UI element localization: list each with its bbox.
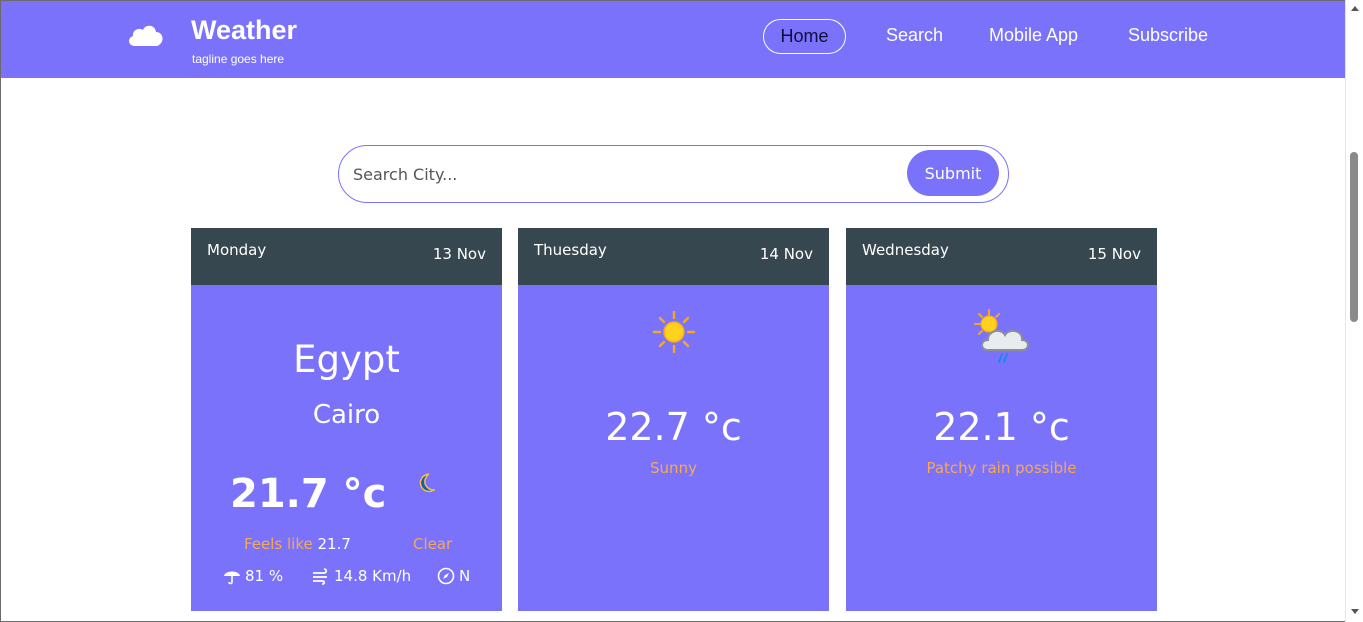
- nav-mobile-app-link[interactable]: Mobile App: [989, 25, 1078, 46]
- feels-like-label: Feels like: [244, 535, 313, 553]
- card-day: Monday: [207, 241, 267, 259]
- wind-value: 14.8 Km/h: [334, 567, 412, 585]
- country-name: Egypt: [293, 338, 400, 381]
- condition-text: Sunny: [650, 459, 697, 477]
- weather-card-today: Monday 13 Nov Egypt Cairo 21.7 °c Feels …: [191, 228, 502, 611]
- feels-like-value: 21.7: [317, 535, 351, 553]
- brand-title[interactable]: Weather: [191, 15, 297, 46]
- condition-text: Patchy rain possible: [926, 459, 1077, 477]
- submit-button[interactable]: Submit: [907, 150, 999, 196]
- scrollbar-thumb[interactable]: [1350, 152, 1358, 322]
- sun-icon: [652, 310, 695, 354]
- weather-card-forecast-2: Wednesday 15 Nov 22.1 °c Patchy rain pos…: [846, 228, 1157, 611]
- umbrella-icon: [224, 571, 240, 585]
- card-header: Monday 13 Nov: [191, 228, 502, 285]
- weather-card-forecast-1: Thuesday 14 Nov 22.7 °c Sunny: [518, 228, 829, 611]
- wind-direction-value: N: [459, 567, 471, 585]
- condition-text: Clear: [413, 535, 453, 553]
- wind-icon: [313, 568, 328, 585]
- card-date: 13 Nov: [432, 245, 486, 263]
- compass-icon: [437, 567, 455, 585]
- brand-tagline: tagline goes here: [192, 52, 285, 66]
- navbar: Weather tagline goes here Home Search Mo…: [1, 1, 1345, 78]
- moon-icon: [419, 473, 435, 493]
- nav-home-link[interactable]: Home: [763, 19, 846, 54]
- card-date: 15 Nov: [1087, 245, 1141, 263]
- feels-like: Feels like 21.7: [244, 535, 351, 553]
- nav-subscribe-link[interactable]: Subscribe: [1128, 25, 1208, 46]
- browser-viewport: Weather tagline goes here Home Search Mo…: [0, 0, 1345, 622]
- nav-search-link[interactable]: Search: [886, 25, 943, 46]
- wind-direction-stat: N: [437, 567, 470, 585]
- wind-stat: 14.8 Km/h: [312, 567, 411, 585]
- search-form: Submit: [338, 145, 1009, 203]
- cloud-icon: [129, 25, 163, 46]
- card-day: Thuesday: [534, 241, 607, 259]
- card-header: Thuesday 14 Nov: [518, 228, 829, 285]
- patchy-rain-icon: [973, 309, 1029, 363]
- humidity-value: 81 %: [245, 567, 284, 585]
- card-header: Wednesday 15 Nov: [846, 228, 1157, 285]
- vertical-scrollbar[interactable]: [1345, 0, 1363, 622]
- forecast-temperature: 22.7 °c: [605, 405, 742, 449]
- card-date: 14 Nov: [759, 245, 813, 263]
- humidity-stat: 81 %: [223, 567, 283, 585]
- search-input[interactable]: [353, 158, 893, 190]
- forecast-temperature: 22.1 °c: [933, 405, 1070, 449]
- scroll-down-arrow-icon[interactable]: [1351, 609, 1359, 614]
- scroll-up-arrow-icon[interactable]: [1351, 6, 1359, 11]
- current-temperature: 21.7 °c: [230, 471, 387, 517]
- city-name: Cairo: [312, 400, 381, 430]
- card-day: Wednesday: [862, 241, 949, 259]
